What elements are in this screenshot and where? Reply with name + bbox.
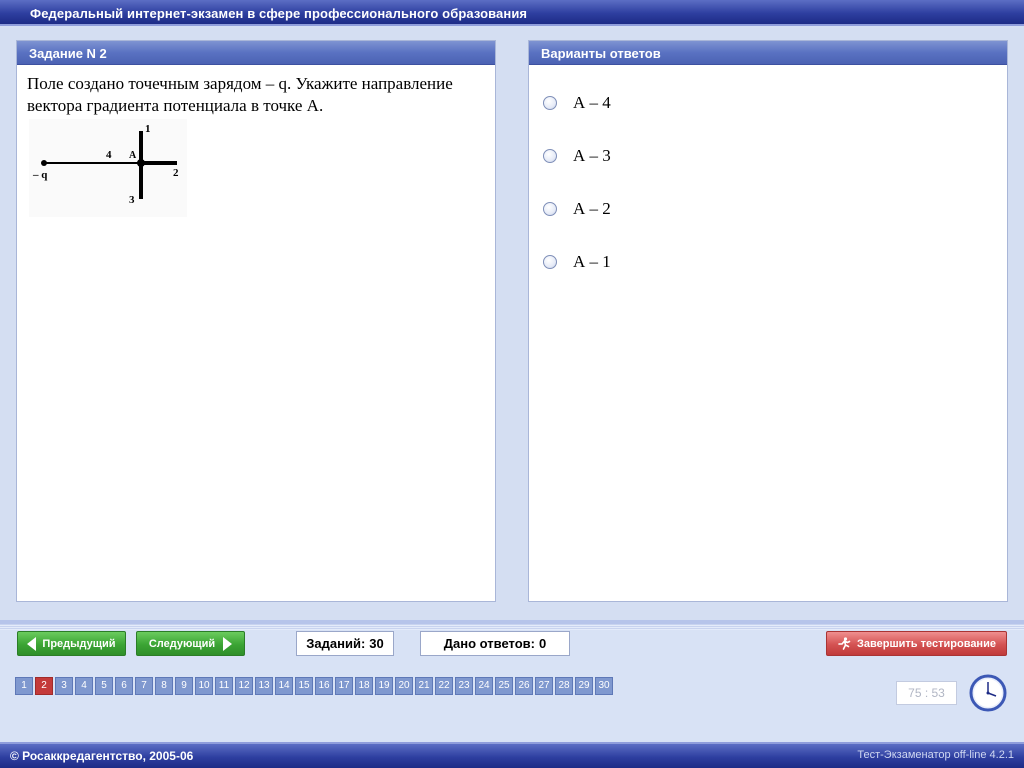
total-questions-counter: Заданий: 30 — [296, 631, 394, 656]
question-figure: – q А 1 2 3 4 — [29, 119, 187, 217]
radio-button[interactable] — [543, 149, 557, 163]
point-a-label: А — [129, 150, 137, 161]
arrow-right-icon — [223, 636, 233, 651]
point-a — [137, 159, 145, 167]
finish-test-button[interactable]: Завершить тестирование — [826, 631, 1007, 656]
answer-option-2[interactable]: А – 3 — [543, 145, 611, 167]
question-navigator: 1 2 3 4 5 6 7 8 9 10 11 12 13 14 15 16 17 18 19 20 21 22 23 24 2… — [15, 677, 613, 695]
question-nav-item[interactable]: 6 — [115, 677, 133, 695]
question-nav-item[interactable]: 29 — [575, 677, 593, 695]
previous-button-label: Предыдущий — [42, 637, 116, 650]
question-nav-item[interactable]: 14 — [275, 677, 293, 695]
question-panel: Задание N 2 Поле создано точечным зарядо… — [16, 40, 496, 602]
question-nav-item[interactable]: 30 — [595, 677, 613, 695]
question-nav-item[interactable]: 15 — [295, 677, 313, 695]
question-nav-item[interactable]: 10 — [195, 677, 213, 695]
previous-button[interactable]: Предыдущий — [17, 631, 126, 656]
next-button[interactable]: Следующий — [136, 631, 245, 656]
answer-label: А – 1 — [573, 252, 611, 271]
question-nav-item[interactable]: 24 — [475, 677, 493, 695]
answers-panel-header: Варианты ответов — [529, 41, 1007, 65]
question-nav-item[interactable]: 28 — [555, 677, 573, 695]
total-questions-label: Заданий: — [306, 636, 366, 651]
running-man-icon — [838, 636, 851, 650]
question-nav-item[interactable]: 23 — [455, 677, 473, 695]
question-nav-item[interactable]: 21 — [415, 677, 433, 695]
question-nav-item[interactable]: 19 — [375, 677, 393, 695]
question-nav-item[interactable]: 22 — [435, 677, 453, 695]
answers-panel: Варианты ответов А – 4 А – 3 А – 2 А – 1 — [528, 40, 1008, 602]
charge-point — [41, 160, 47, 166]
question-nav-item[interactable]: 25 — [495, 677, 513, 695]
separator-stripes — [0, 624, 1024, 630]
direction-3-label: 3 — [129, 194, 135, 206]
direction-4-label: 4 — [106, 149, 112, 161]
answer-option-3[interactable]: А – 2 — [543, 198, 611, 220]
copyright-text: © Росаккредагентство, 2005-06 — [10, 749, 194, 763]
question-nav-item[interactable]: 26 — [515, 677, 533, 695]
radio-button[interactable] — [543, 202, 557, 216]
charge-label: – q — [32, 169, 48, 181]
total-questions-value: 30 — [369, 636, 384, 651]
question-nav-item[interactable]: 7 — [135, 677, 153, 695]
answered-label: Дано ответов: — [443, 636, 535, 651]
answer-label: А – 4 — [573, 93, 611, 112]
arrow-left-icon — [27, 636, 37, 651]
window-title: Федеральный интернет-экзамен в сфере про… — [30, 6, 528, 21]
next-button-label: Следующий — [148, 637, 216, 650]
radio-button[interactable] — [543, 255, 557, 269]
clock-icon — [969, 674, 1007, 712]
question-panel-header: Задание N 2 — [17, 41, 495, 65]
title-bar: Федеральный интернет-экзамен в сфере про… — [0, 0, 1024, 26]
question-nav-item[interactable]: 2 — [35, 677, 53, 695]
question-nav-item[interactable]: 1 — [15, 677, 33, 695]
timer-display: 75 : 53 — [896, 681, 957, 705]
question-nav-item[interactable]: 3 — [55, 677, 73, 695]
finish-test-label: Завершить тестирование — [857, 637, 996, 650]
question-nav-item[interactable]: 13 — [255, 677, 273, 695]
question-text: Поле создано точечным зарядом – q. Укажи… — [27, 74, 453, 115]
question-nav-item[interactable]: 4 — [75, 677, 93, 695]
charge-diagram: – q А 1 2 3 4 — [32, 123, 179, 206]
answer-label: А – 2 — [573, 199, 611, 218]
question-nav-item[interactable]: 18 — [355, 677, 373, 695]
answered-value: 0 — [538, 636, 547, 651]
question-nav-item[interactable]: 20 — [395, 677, 413, 695]
answer-option-1[interactable]: А – 4 — [543, 92, 611, 114]
answered-counter: Дано ответов: 0 — [420, 631, 570, 656]
footer-bar: © Росаккредагентство, 2005-06 Тест-Экзам… — [0, 742, 1024, 768]
answer-option-4[interactable]: А – 1 — [543, 251, 611, 273]
question-nav-item[interactable]: 9 — [175, 677, 193, 695]
radio-button[interactable] — [543, 96, 557, 110]
question-nav-item[interactable]: 16 — [315, 677, 333, 695]
question-nav-item[interactable]: 17 — [335, 677, 353, 695]
answer-label: А – 3 — [573, 146, 611, 165]
question-nav-item[interactable]: 11 — [215, 677, 233, 695]
question-nav-item[interactable]: 27 — [535, 677, 553, 695]
question-nav-item[interactable]: 12 — [235, 677, 253, 695]
version-text: Тест-Экзаменатор off-line 4.2.1 — [857, 749, 1014, 761]
direction-1-label: 1 — [145, 123, 151, 135]
direction-2-label: 2 — [173, 167, 179, 179]
question-nav-item[interactable]: 5 — [95, 677, 113, 695]
question-nav-item[interactable]: 8 — [155, 677, 173, 695]
